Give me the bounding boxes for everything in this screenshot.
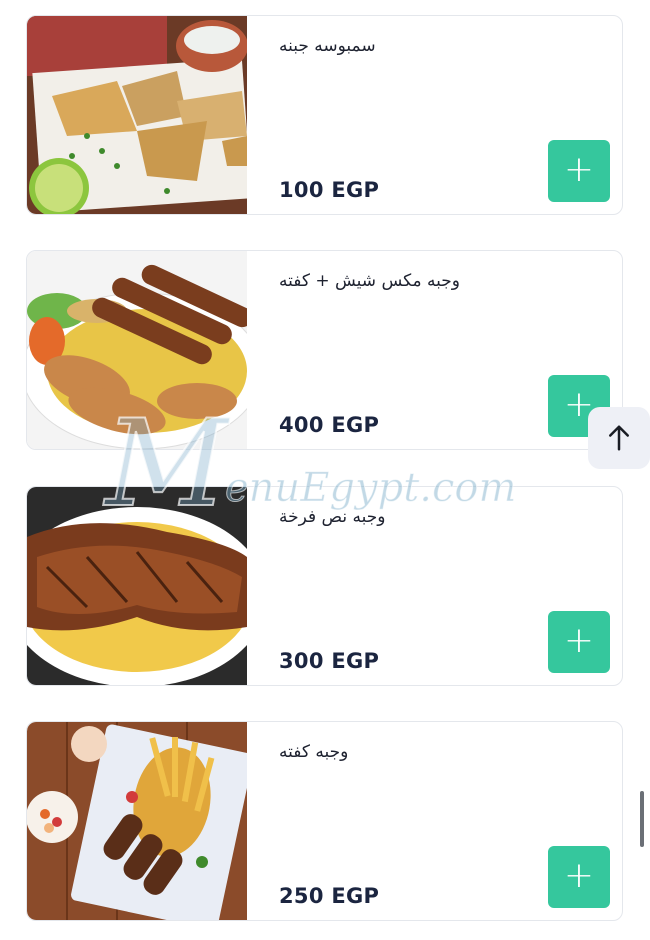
menu-item-card: وجبه كفته 250 EGP +: [26, 721, 623, 921]
plus-icon: +: [563, 855, 595, 896]
plus-icon: +: [563, 620, 595, 661]
item-price: 300 EGP: [279, 649, 380, 673]
arrow-up-icon: [609, 425, 629, 451]
scroll-to-top-button[interactable]: [588, 407, 650, 469]
menu-item-card: سمبوسه جبنه 100 EGP +: [26, 15, 623, 215]
item-name: وجبه مكس شيش + كفته: [279, 271, 460, 291]
add-to-cart-button[interactable]: +: [548, 140, 610, 202]
food-image: [27, 16, 247, 214]
item-price: 100 EGP: [279, 178, 380, 202]
menu-item-card: وجبه مكس شيش + كفته 400 EGP +: [26, 250, 623, 450]
add-to-cart-button[interactable]: +: [548, 846, 610, 908]
item-name: وجبه نص فرخة: [279, 507, 386, 527]
menu-item-card: وجبه نص فرخة 300 EGP +: [26, 486, 623, 686]
item-price: 400 EGP: [279, 413, 380, 437]
food-image: [27, 251, 247, 449]
add-to-cart-button[interactable]: +: [548, 611, 610, 673]
scrollbar[interactable]: [640, 791, 644, 847]
plus-icon: +: [563, 149, 595, 190]
item-name: سمبوسه جبنه: [279, 36, 376, 56]
item-price: 250 EGP: [279, 884, 380, 908]
food-image: [27, 722, 247, 920]
item-name: وجبه كفته: [279, 742, 349, 762]
food-image: [27, 487, 247, 685]
